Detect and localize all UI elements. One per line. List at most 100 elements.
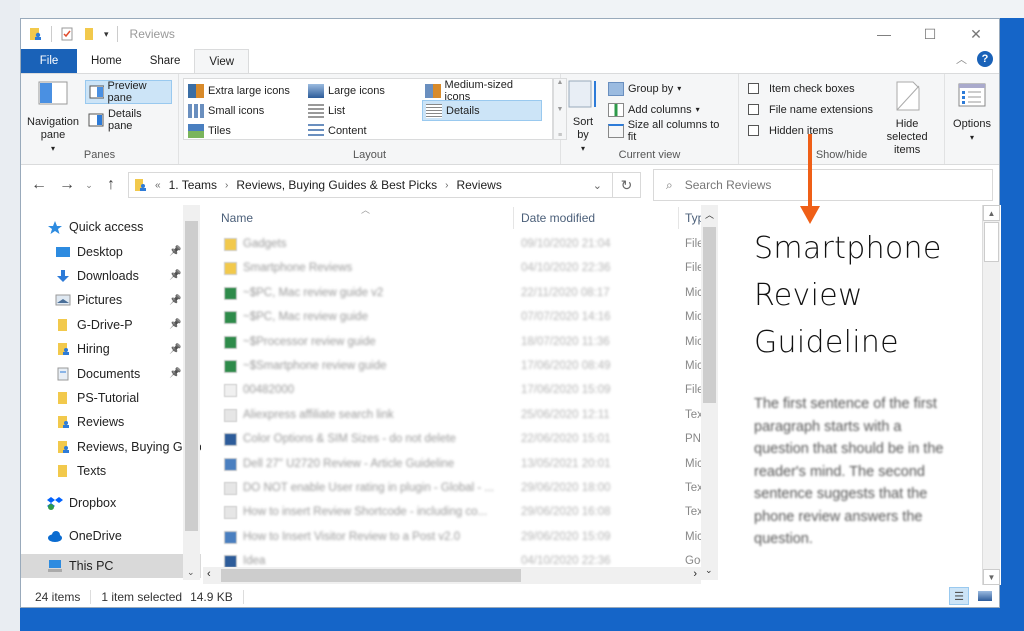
- forward-button[interactable]: →: [55, 176, 79, 194]
- layout-tiles[interactable]: Tiles: [185, 120, 305, 141]
- file-row[interactable]: DO NOT enable User rating in plugin - Gl…: [203, 477, 718, 501]
- nav-item-reviews[interactable]: Reviews: [21, 410, 201, 434]
- desktop-icon: [55, 245, 71, 259]
- file-name: ~$PC, Mac review guide: [243, 311, 368, 324]
- search-input[interactable]: Search Reviews: [685, 178, 772, 192]
- file-row[interactable]: ~$PC, Mac review guide v2 22/11/2020 08:1…: [203, 282, 718, 306]
- breadcrumb-reviews[interactable]: Reviews: [456, 178, 501, 192]
- file-list-horizontal-scrollbar[interactable]: ‹ ›: [203, 567, 701, 584]
- pin-icon: 📌: [169, 246, 182, 258]
- file-name-extensions-checkbox[interactable]: File name extensions: [745, 99, 876, 120]
- text-file-icon: [224, 506, 237, 520]
- address-history-dropdown[interactable]: ⌄: [593, 179, 602, 192]
- nav-item-this-pc[interactable]: This PC: [21, 554, 201, 579]
- sort-by-button[interactable]: Sort by ▾: [567, 78, 599, 155]
- chevron-right-icon[interactable]: ›: [225, 180, 228, 191]
- folder-icon: [55, 391, 71, 405]
- column-date-modified[interactable]: Date modified: [521, 211, 595, 225]
- close-button[interactable]: ✕: [953, 19, 999, 49]
- details-pane-button[interactable]: Details pane: [85, 108, 172, 132]
- nav-item-label: Reviews: [77, 415, 125, 430]
- size-columns-button[interactable]: Size all columns to fit: [605, 119, 732, 143]
- file-row[interactable]: How to Insert Visitor Review to a Post v…: [203, 526, 718, 550]
- add-columns-button[interactable]: Add columns ▾: [605, 99, 732, 120]
- layout-details[interactable]: Details: [422, 100, 542, 121]
- nav-item-ps-tutorial[interactable]: PS-Tutorial: [21, 386, 201, 410]
- preview-scrollbar[interactable]: ▲ ▼: [982, 205, 1000, 585]
- nav-item-g-drive-p[interactable]: G-Drive-P 📌: [21, 313, 201, 337]
- address-bar[interactable]: « 1. Teams › Reviews, Buying Guides & Be…: [128, 172, 613, 198]
- nav-item-pictures[interactable]: Pictures 📌: [21, 288, 201, 312]
- selection-size: 14.9 KB: [190, 590, 233, 604]
- preview-pane-button[interactable]: Preview pane: [84, 80, 172, 104]
- navigation-pane-scrollbar[interactable]: ⌄: [183, 205, 200, 580]
- nav-item-quick-access[interactable]: Quick access: [21, 215, 201, 239]
- column-name[interactable]: Name: [221, 211, 253, 225]
- file-name: Color Options & SIM Sizes - do not delet…: [243, 433, 456, 446]
- file-name: Dell 27" U2720 Review - Article Guidelin…: [243, 457, 455, 470]
- nav-item-documents[interactable]: Documents 📌: [21, 361, 201, 385]
- preview-pane-icon: [89, 85, 104, 99]
- navigation-pane-button[interactable]: Navigation pane ▾: [27, 78, 79, 155]
- preview-body: The first sentence of the first paragrap…: [754, 396, 944, 547]
- search-box[interactable]: ⌕ Search Reviews: [653, 169, 993, 201]
- layout-list[interactable]: List: [305, 100, 422, 121]
- hide-selected-items-button[interactable]: Hide selected items: [876, 78, 938, 157]
- file-row[interactable]: Dell 27" U2720 Review - Article Guidelin…: [203, 453, 718, 477]
- file-row[interactable]: ~$Smartphone review guide 17/06/2020 08:4…: [203, 355, 718, 379]
- tab-share[interactable]: Share: [136, 49, 195, 73]
- tab-home[interactable]: Home: [77, 49, 136, 73]
- file-row[interactable]: How to insert Review Shortcode - includi…: [203, 501, 718, 525]
- back-button[interactable]: ←: [27, 176, 51, 194]
- file-row[interactable]: Gadgets 09/10/2020 21:04 File: [203, 233, 718, 257]
- nav-item-label: G-Drive-P: [77, 317, 133, 332]
- file-row[interactable]: Color Options & SIM Sizes - do not delet…: [203, 428, 718, 452]
- folder-file-icon: [224, 238, 237, 251]
- nav-item-reviews-buying-guides-best-picks[interactable]: Reviews, Buying Guides & Best Picks: [21, 435, 201, 459]
- file-row[interactable]: ~$PC, Mac review guide 07/07/2020 14:16 Mi…: [203, 306, 718, 330]
- file-list-vertical-scrollbar[interactable]: ︿ ⌄: [701, 205, 718, 580]
- nav-item-desktop[interactable]: Desktop 📌: [21, 239, 201, 263]
- medium-icons-icon: [425, 83, 441, 98]
- item-check-boxes-checkbox[interactable]: Item check boxes: [745, 78, 876, 99]
- options-button[interactable]: Options ▾: [951, 78, 993, 144]
- file-date: 29/06/2020 18:00: [521, 481, 611, 494]
- text-file-icon: [224, 481, 237, 495]
- layout-large-icons[interactable]: Large icons: [305, 80, 422, 101]
- help-icon[interactable]: ?: [977, 51, 993, 67]
- sort-ascending-icon: ︿: [361, 205, 371, 215]
- customize-toolbar-icon[interactable]: ▾: [104, 29, 109, 40]
- large-icons-view-button[interactable]: [975, 587, 995, 605]
- file-row[interactable]: 00482000 17/06/2020 15:09 File: [203, 379, 718, 403]
- new-folder-icon[interactable]: [82, 27, 96, 41]
- file-row[interactable]: Aliexpress affiliate search link 25/06/20…: [203, 404, 718, 428]
- address-overflow[interactable]: «: [155, 180, 161, 191]
- breadcrumb-teams[interactable]: 1. Teams: [169, 178, 217, 192]
- layout-medium-icons[interactable]: Medium-sized icons: [422, 79, 542, 103]
- layout-extra-large-icons[interactable]: Extra large icons: [185, 80, 305, 101]
- recent-locations-button[interactable]: ⌄: [83, 180, 95, 191]
- tab-view[interactable]: View: [194, 49, 250, 73]
- chevron-right-icon[interactable]: ›: [445, 180, 448, 191]
- nav-item-dropbox[interactable]: Dropbox: [21, 491, 201, 515]
- pin-icon: 📌: [169, 294, 182, 306]
- layout-small-icons[interactable]: Small icons: [185, 100, 305, 121]
- group-by-button[interactable]: Group by ▾: [605, 78, 732, 99]
- nav-item-downloads[interactable]: Downloads 📌: [21, 264, 201, 288]
- file-row[interactable]: ~$Processor review guide 18/07/2020 11:36…: [203, 331, 718, 355]
- collapse-ribbon-icon[interactable]: ︿: [956, 51, 967, 67]
- nav-item-texts[interactable]: Texts: [21, 459, 201, 483]
- minimize-button[interactable]: —: [861, 19, 907, 49]
- details-view-button[interactable]: ☰: [949, 587, 969, 605]
- properties-icon[interactable]: [60, 27, 74, 41]
- breadcrumb-reviews-buying-guides[interactable]: Reviews, Buying Guides & Best Picks: [236, 178, 437, 192]
- nav-item-hiring[interactable]: Hiring 📌: [21, 337, 201, 361]
- nav-item-onedrive[interactable]: OneDrive: [21, 524, 201, 548]
- maximize-button[interactable]: ☐: [907, 19, 953, 49]
- layout-content[interactable]: Content: [305, 120, 422, 141]
- refresh-button[interactable]: ↻: [613, 172, 641, 198]
- up-button[interactable]: ↑: [99, 176, 123, 194]
- file-row[interactable]: Smartphone Reviews 04/10/2020 22:36 File: [203, 257, 718, 281]
- quick-access-toolbar: ▾ Reviews: [29, 26, 175, 42]
- tab-file[interactable]: File: [21, 49, 77, 73]
